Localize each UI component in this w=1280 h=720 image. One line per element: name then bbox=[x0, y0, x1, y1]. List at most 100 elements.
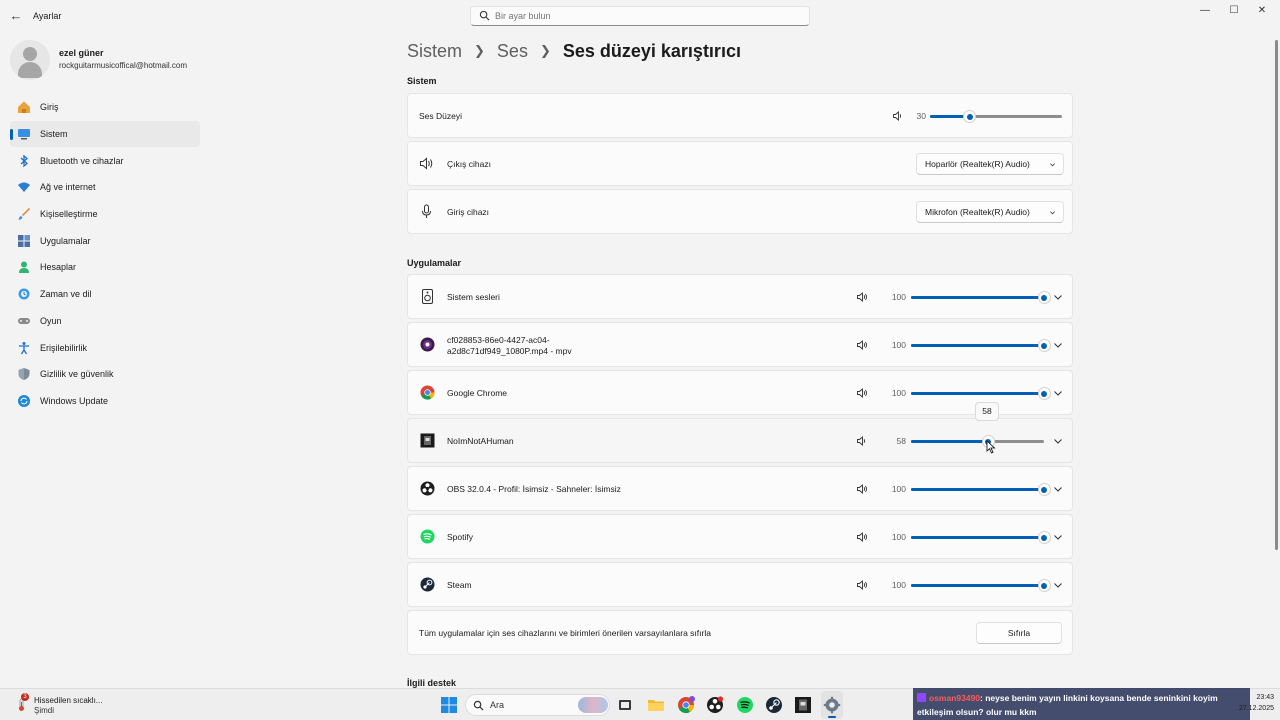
slider-thumb[interactable] bbox=[963, 110, 977, 123]
twitch-icon bbox=[917, 693, 926, 702]
app-volume-slider[interactable] bbox=[911, 387, 1051, 400]
title-bar: ← Ayarlar — ☐ ✕ bbox=[0, 0, 1280, 32]
slider-thumb[interactable] bbox=[1037, 387, 1051, 400]
steam-icon bbox=[420, 577, 435, 592]
sidebar-item-network[interactable]: Ağ ve internet bbox=[10, 174, 200, 201]
chevron-down-icon[interactable] bbox=[1052, 435, 1064, 447]
slider-thumb[interactable] bbox=[1037, 291, 1051, 304]
reset-button[interactable]: Sıfırla bbox=[976, 622, 1062, 644]
chevron-down-icon[interactable] bbox=[1052, 579, 1064, 591]
chevron-down-icon[interactable] bbox=[1052, 387, 1064, 399]
sidebar-item-label: Erişilebilirlik bbox=[40, 342, 88, 353]
speaker-icon[interactable] bbox=[856, 531, 868, 543]
breadcrumb-sound[interactable]: Ses bbox=[497, 41, 528, 62]
system-clock[interactable]: 23:43 27.12.2025 bbox=[1226, 692, 1280, 714]
task-view-icon[interactable] bbox=[616, 696, 634, 714]
slider-thumb[interactable] bbox=[1037, 531, 1051, 544]
input-device-label: Giriş cihazı bbox=[447, 207, 490, 217]
search-icon bbox=[473, 700, 484, 711]
sidebar-item-accessibility[interactable]: Erişilebilirlik bbox=[10, 334, 200, 361]
sidebar-item-privacy[interactable]: Gizlilik ve güvenlik bbox=[10, 361, 200, 388]
app-name: cf028853-86e0-4427-ac04- a2d8c71df949_108… bbox=[447, 335, 572, 357]
app-name: Spotify bbox=[447, 532, 473, 542]
obs-icon[interactable] bbox=[706, 696, 724, 714]
search-highlight-icon bbox=[578, 697, 608, 713]
back-arrow-icon[interactable]: ← bbox=[8, 8, 24, 24]
close-button[interactable]: ✕ bbox=[1252, 4, 1272, 18]
weather-subtext: Şimdi bbox=[34, 706, 55, 715]
section-title-related-support: İlgili destek bbox=[407, 678, 457, 688]
sidebar-item-windows-update[interactable]: Windows Update bbox=[10, 388, 200, 415]
sidebar-item-system[interactable]: Sistem bbox=[10, 120, 200, 148]
page-title: Ses düzeyi karıştırıcı bbox=[562, 40, 741, 61]
system-monitor-icon bbox=[18, 129, 30, 140]
chevron-down-icon[interactable] bbox=[1052, 531, 1064, 543]
chevron-down-icon bbox=[1050, 163, 1055, 167]
sidebar-item-gaming[interactable]: Oyun bbox=[10, 308, 200, 335]
weather-widget[interactable]: 3 Hissedilen sıcaklı... Şimdi bbox=[14, 693, 134, 716]
app-volume-slider[interactable] bbox=[911, 579, 1051, 592]
speaker-icon[interactable] bbox=[856, 579, 868, 591]
slider-thumb[interactable] bbox=[1037, 579, 1051, 592]
sidebar-item-time-language[interactable]: Zaman ve dil bbox=[10, 281, 200, 308]
app-volume-slider[interactable] bbox=[911, 339, 1051, 352]
speaker-icon[interactable] bbox=[856, 339, 868, 351]
app-volume-row: Steam 100 bbox=[407, 562, 1073, 607]
master-volume-slider[interactable] bbox=[930, 110, 1062, 123]
settings-search-input[interactable] bbox=[495, 9, 795, 23]
master-volume-label: Ses Düzeyi bbox=[419, 111, 462, 121]
speaker-icon[interactable] bbox=[856, 483, 868, 495]
windows-start-icon[interactable] bbox=[440, 696, 458, 714]
speaker-icon[interactable] bbox=[856, 435, 868, 447]
settings-search-box[interactable] bbox=[470, 6, 810, 26]
game-icon[interactable] bbox=[794, 696, 812, 714]
output-device-dropdown[interactable]: Hoparlör (Realtek(R) Audio) bbox=[916, 153, 1064, 175]
sidebar-item-home[interactable]: Giriş bbox=[10, 94, 200, 121]
app-volume-slider[interactable] bbox=[911, 531, 1051, 544]
app-volume-slider[interactable] bbox=[911, 483, 1051, 496]
sidebar-item-accounts[interactable]: Hesaplar bbox=[10, 254, 200, 281]
chrome-icon[interactable] bbox=[677, 696, 695, 714]
user-profile[interactable]: ezel güner rockguitarmusicoffical@hotmai… bbox=[10, 40, 210, 80]
slider-thumb[interactable] bbox=[1037, 483, 1051, 496]
speaker-icon[interactable] bbox=[856, 291, 868, 303]
app-volume-value: 100 bbox=[891, 388, 906, 398]
speaker-icon[interactable] bbox=[892, 110, 904, 122]
breadcrumb-system[interactable]: Sistem bbox=[407, 41, 462, 62]
sidebar-item-personalization[interactable]: Kişiselleştirme bbox=[10, 201, 200, 228]
app-volume-value: 100 bbox=[891, 532, 906, 542]
sidebar-item-apps[interactable]: Uygulamalar bbox=[10, 227, 200, 254]
brush-icon bbox=[18, 208, 30, 221]
chevron-down-icon[interactable] bbox=[1052, 339, 1064, 351]
speaker-icon[interactable] bbox=[856, 387, 868, 399]
mpv-icon bbox=[420, 337, 435, 352]
chevron-right-icon: ❯ bbox=[539, 43, 551, 58]
minimize-button[interactable]: — bbox=[1195, 4, 1215, 18]
clock-time: 23:43 bbox=[1256, 694, 1274, 701]
spotify-icon[interactable] bbox=[736, 696, 754, 714]
app-volume-slider[interactable] bbox=[911, 291, 1051, 304]
app-name: OBS 32.0.4 - Profil: İsimsiz - Sahneler:… bbox=[447, 484, 621, 494]
reset-description: Tüm uygulamalar için ses cihazlarını ve … bbox=[419, 628, 711, 638]
file-explorer-icon[interactable] bbox=[647, 696, 665, 714]
taskbar-search[interactable]: Ara bbox=[465, 694, 610, 716]
chevron-down-icon[interactable] bbox=[1052, 291, 1064, 303]
avatar bbox=[10, 40, 50, 80]
output-device-card: Çıkış cihazı Hoparlör (Realtek(R) Audio) bbox=[407, 141, 1073, 186]
steam-icon[interactable] bbox=[765, 696, 783, 714]
app-title: Ayarlar bbox=[33, 11, 62, 21]
settings-gear-icon[interactable] bbox=[823, 696, 841, 714]
slider-thumb[interactable] bbox=[1037, 339, 1051, 352]
sidebar-item-bluetooth[interactable]: Bluetooth ve cihazlar bbox=[10, 147, 200, 174]
stream-chat-overlay: osman93490: neyse benim yayın linkini ko… bbox=[913, 688, 1250, 720]
profile-email: rockguitarmusicoffical@hotmail.com bbox=[59, 61, 188, 70]
scrollbar[interactable] bbox=[1275, 40, 1278, 550]
gamepad-icon bbox=[18, 317, 30, 324]
maximize-button[interactable]: ☐ bbox=[1224, 4, 1244, 18]
obs-icon bbox=[420, 481, 435, 496]
input-device-dropdown[interactable]: Mikrofon (Realtek(R) Audio) bbox=[916, 201, 1064, 223]
spotify-icon bbox=[420, 529, 435, 544]
notification-badge: 3 bbox=[21, 693, 29, 701]
app-volume-slider[interactable] bbox=[911, 435, 1044, 448]
chevron-down-icon[interactable] bbox=[1052, 483, 1064, 495]
